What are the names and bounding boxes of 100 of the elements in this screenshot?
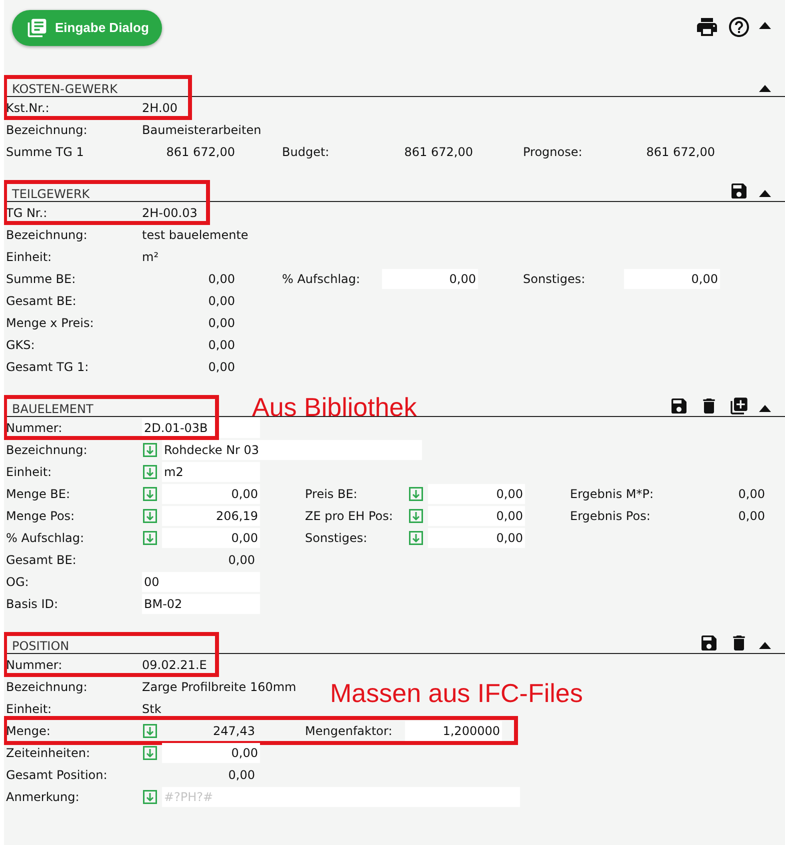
collapse-icon[interactable] (759, 190, 771, 197)
input-field[interactable]: 0,00 (162, 484, 260, 504)
collapse-icon[interactable] (759, 85, 771, 92)
import-icon[interactable] (143, 746, 157, 760)
field-value: Baumeisterarbeiten (142, 122, 262, 139)
field-label: Summe TG 1 (6, 144, 85, 161)
import-icon[interactable] (143, 724, 157, 738)
field-label: Prognose: (523, 144, 584, 161)
import-icon[interactable] (143, 790, 157, 804)
field-label: Gesamt BE: (6, 552, 78, 569)
field-value: 0,00 (207, 293, 236, 310)
field-label: Gesamt TG 1: (6, 359, 90, 376)
field-value: 2H.00 (142, 100, 178, 117)
field-label: GKS: (6, 337, 36, 354)
collapse-icon[interactable] (759, 642, 771, 649)
field-label: Menge BE: (6, 486, 72, 503)
field-label: Summe BE: (6, 271, 77, 288)
field-value: Zarge Profilbreite 160mm (142, 679, 296, 696)
save-icon[interactable] (669, 396, 689, 416)
add-icon[interactable] (729, 396, 749, 416)
field-label: Bezeichnung: (6, 227, 88, 244)
field-value: 2H-00.03 (142, 205, 198, 222)
input-field[interactable]: Rohdecke Nr 03 (162, 440, 422, 460)
input-field[interactable]: 0,00 (624, 269, 720, 289)
save-icon[interactable] (699, 633, 719, 653)
import-icon[interactable] (143, 443, 157, 457)
help-icon[interactable] (727, 15, 751, 39)
input-field[interactable]: 2D.01-03B (142, 418, 260, 438)
field-label: Bezeichnung: (6, 679, 88, 696)
field-label: Nummer: (6, 657, 64, 674)
field-label: Einheit: (6, 249, 53, 266)
field-label: Menge Pos: (6, 508, 76, 525)
input-field[interactable]: #?PH?# (162, 787, 520, 807)
field-label: % Aufschlag: (6, 530, 86, 547)
field-label: Gesamt Position: (6, 767, 108, 784)
input-field[interactable]: 0,00 (162, 743, 260, 763)
field-value: 0,00 (227, 767, 256, 784)
input-field[interactable]: 0,00 (428, 528, 525, 548)
save-icon[interactable] (729, 181, 749, 201)
input-field[interactable]: 0,00 (428, 506, 525, 526)
field-label: Einheit: (6, 464, 53, 481)
field-value: 861 672,00 (645, 144, 716, 161)
field-label: ZE pro EH Pos: (305, 508, 394, 525)
input-field[interactable]: 0,00 (428, 484, 525, 504)
field-label: Menge x Preis: (6, 315, 95, 332)
book-icon (26, 17, 48, 39)
field-label: Mengenfaktor: (305, 723, 394, 740)
field-label: % Aufschlag: (282, 271, 362, 288)
field-value: 0,00 (737, 508, 766, 525)
field-value: 0,00 (207, 315, 236, 332)
section-title: KOSTEN-GEWERK (12, 82, 118, 96)
input-field[interactable]: 00 (142, 572, 260, 592)
annotation-text: Massen aus IFC-Files (330, 678, 583, 708)
field-value: 247,43 (212, 723, 256, 740)
import-icon[interactable] (409, 487, 423, 501)
field-value: test bauelemente (142, 227, 248, 244)
field-label: Preis BE: (305, 486, 358, 503)
field-label: Basis ID: (6, 596, 60, 613)
import-icon[interactable] (143, 487, 157, 501)
collapse-icon[interactable] (759, 405, 771, 412)
field-label: Kst.Nr.: (6, 100, 50, 117)
field-label: Ergebnis Pos: (570, 508, 652, 525)
field-value: m² (142, 249, 158, 266)
field-label: Menge: (6, 723, 52, 740)
import-icon[interactable] (409, 531, 423, 545)
print-icon[interactable] (695, 15, 719, 39)
field-label: Einheit: (6, 701, 53, 718)
input-field[interactable]: 1,200000 (405, 721, 502, 741)
field-value: 0,00 (207, 271, 236, 288)
field-label: Zeiteinheiten: (6, 745, 92, 762)
input-field[interactable]: BM-02 (142, 594, 260, 614)
input-field[interactable]: m2 (162, 462, 260, 482)
import-icon[interactable] (143, 509, 157, 523)
field-value: Stk (142, 701, 162, 718)
field-label: Anmerkung: (6, 789, 80, 806)
section-title: TEILGEWERK (12, 187, 90, 201)
input-field[interactable]: 0,00 (162, 528, 260, 548)
field-label: Sonstiges: (523, 271, 586, 288)
field-label: Ergebnis M*P: (570, 486, 655, 503)
import-icon[interactable] (143, 531, 157, 545)
field-value: 861 672,00 (403, 144, 474, 161)
field-value: 09.02.21.E (142, 657, 207, 674)
input-field[interactable]: 0,00 (382, 269, 478, 289)
import-icon[interactable] (409, 509, 423, 523)
input-field[interactable]: 206,19 (162, 506, 260, 526)
section-title: POSITION (12, 639, 70, 653)
section-title: BAUELEMENT (12, 402, 94, 416)
field-label: OG: (6, 574, 30, 591)
field-value: 0,00 (207, 337, 236, 354)
field-label: Bezeichnung: (6, 442, 88, 459)
field-value: 0,00 (227, 552, 256, 569)
field-label: TG Nr.: (6, 205, 48, 222)
field-label: Budget: (282, 144, 330, 161)
field-value: 861 672,00 (165, 144, 236, 161)
collapse-icon[interactable] (759, 22, 771, 28)
field-value: 0,00 (207, 359, 236, 376)
field-label: Sonstiges: (305, 530, 368, 547)
import-icon[interactable] (143, 465, 157, 479)
field-value: 0,00 (737, 486, 766, 503)
field-label: Gesamt BE: (6, 293, 78, 310)
